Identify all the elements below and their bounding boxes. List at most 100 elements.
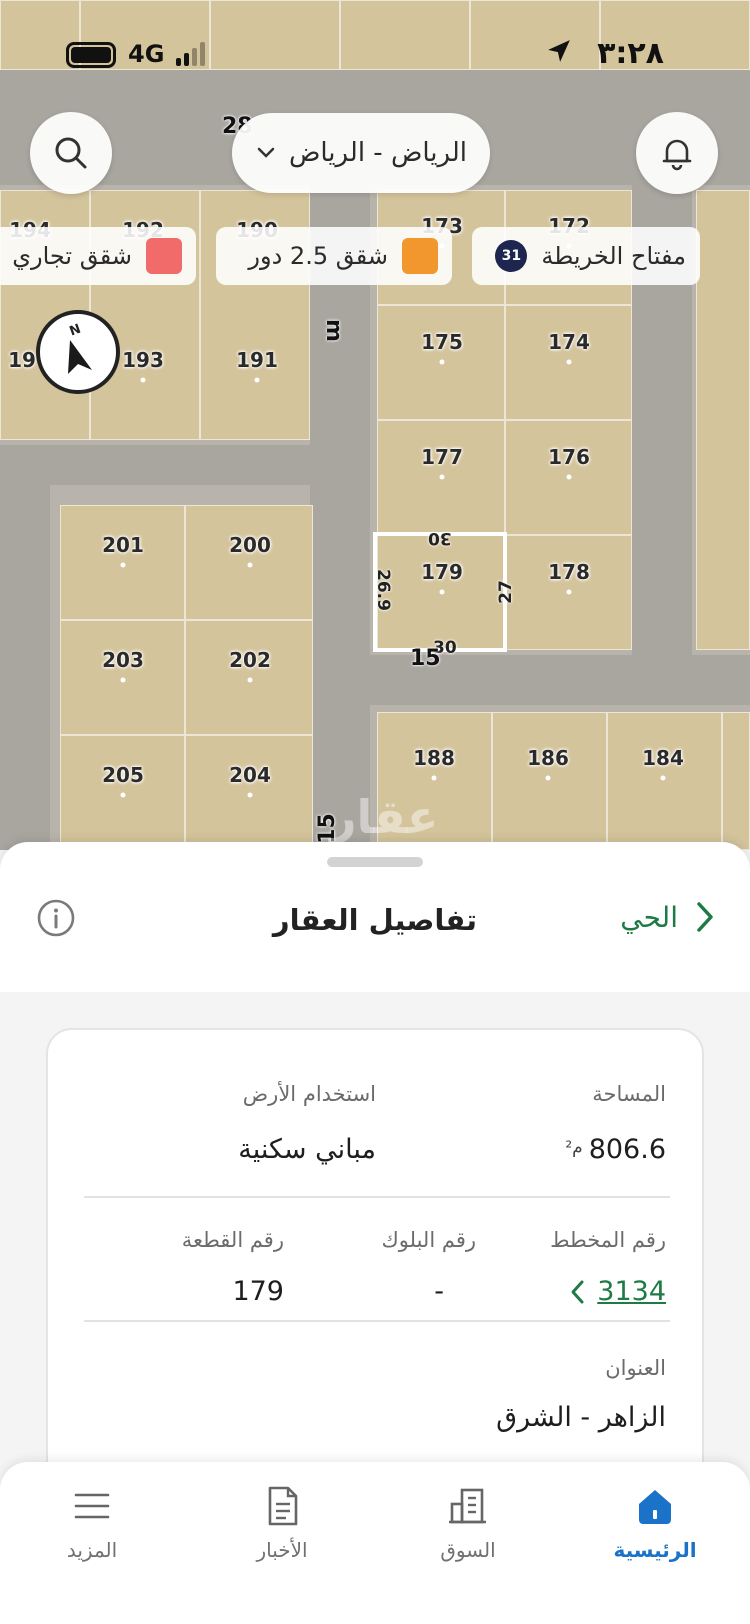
block-number-label: رقم البلوك <box>381 1228 476 1252</box>
plot-label: 184 <box>642 746 684 770</box>
plot-label: 200 <box>229 533 271 557</box>
street-label: 15 <box>410 646 441 671</box>
plot-label: 186 <box>527 746 569 770</box>
tab-label: السوق <box>440 1538 496 1562</box>
tab-market[interactable]: السوق <box>398 1484 538 1562</box>
battery-icon <box>66 42 116 68</box>
road <box>0 470 50 850</box>
block-number-value: - <box>434 1276 444 1307</box>
bell-icon <box>662 139 692 171</box>
plot-label: 178 <box>548 560 590 584</box>
area-value-group: م² 806.6 <box>565 1134 666 1165</box>
network-type: 4G <box>128 40 165 68</box>
legend-label: شقق تجاري <box>12 242 132 270</box>
status-time: ٣:٢٨ <box>597 36 664 71</box>
plot-label: 201 <box>102 533 144 557</box>
plot-label: 19 <box>8 348 36 372</box>
plot[interactable] <box>470 0 600 70</box>
plot-label: 174 <box>548 330 590 354</box>
location-arrow-icon <box>548 40 570 62</box>
plot-label: 205 <box>102 763 144 787</box>
legend-swatch-orange <box>402 238 438 274</box>
parcel-number-value: 179 <box>232 1276 284 1307</box>
plot[interactable] <box>492 712 607 850</box>
back-label: الحي <box>620 900 678 934</box>
tab-label: الرئيسية <box>613 1538 697 1562</box>
address-label: العنوان <box>605 1356 666 1380</box>
plot-label: 179 <box>421 560 463 584</box>
plot-label: 204 <box>229 763 271 787</box>
map-view[interactable]: 194 192 190 173 172 19 193 191 175 174 1… <box>0 0 750 850</box>
legend-label: شقق 2.5 دور <box>248 242 388 270</box>
menu-icon <box>74 1493 110 1519</box>
plot-marker <box>247 677 253 683</box>
land-use-label: استخدام الأرض <box>242 1082 376 1106</box>
plot-marker <box>247 562 253 568</box>
tab-news[interactable]: الأخبار <box>212 1484 352 1562</box>
chevron-left-icon <box>571 1280 584 1303</box>
area-value: 806.6 <box>588 1134 666 1165</box>
chevron-right-icon <box>697 902 713 932</box>
map-key-label: مفتاح الخريطة <box>541 242 686 270</box>
city-selector-label: الرياض - الرياض <box>288 138 468 168</box>
sheet-header: تفاصيل العقار الحي <box>0 872 750 968</box>
city-selector[interactable]: الرياض - الرياض <box>232 113 490 193</box>
street-label: m <box>320 319 346 342</box>
news-icon <box>268 1486 298 1526</box>
bottom-tab-bar: الرئيسية السوق الأخبار المزيد <box>0 1462 750 1624</box>
plot-label: 202 <box>229 648 271 672</box>
plot-label: 188 <box>413 746 455 770</box>
plot-label: 203 <box>102 648 144 672</box>
plot-marker <box>439 474 445 480</box>
plot[interactable] <box>607 712 722 850</box>
plot[interactable] <box>722 712 750 850</box>
plan-number-label: رقم المخطط <box>550 1228 666 1252</box>
plot-marker <box>439 589 445 595</box>
plot-label: 191 <box>236 348 278 372</box>
land-use-value: مباني سكنية <box>238 1134 376 1165</box>
plot-dimension: 30 <box>428 528 452 548</box>
search-icon <box>55 137 87 169</box>
plot[interactable] <box>340 0 470 70</box>
info-icon[interactable] <box>36 898 76 938</box>
search-button[interactable] <box>30 112 112 194</box>
plot-marker <box>247 792 253 798</box>
plot-label: 177 <box>421 445 463 469</box>
back-to-district-button[interactable]: الحي <box>620 900 716 934</box>
home-icon <box>639 1490 671 1524</box>
plan-number-value: 3134 <box>597 1276 666 1307</box>
plot-marker <box>140 377 146 383</box>
plot-marker <box>566 359 572 365</box>
area-unit: م² <box>565 1138 583 1158</box>
address-value: الزاهر - الشرق <box>496 1402 666 1433</box>
plot-marker <box>660 775 666 781</box>
legend-item-commercial[interactable]: شقق تجاري <box>0 227 196 285</box>
plan-number-link[interactable]: 3134 <box>569 1276 666 1307</box>
tab-label: الأخبار <box>256 1538 308 1562</box>
road <box>0 445 340 485</box>
compass-icon[interactable]: N <box>34 308 122 396</box>
area-label: المساحة <box>592 1082 666 1106</box>
plot-marker <box>120 677 126 683</box>
plot-marker <box>566 589 572 595</box>
tab-home[interactable]: الرئيسية <box>585 1484 725 1562</box>
buildings-icon <box>449 1488 486 1524</box>
legend-swatch-red <box>146 238 182 274</box>
plot-marker <box>431 775 437 781</box>
plot[interactable] <box>696 190 750 650</box>
legend-item-apartments-2-5[interactable]: شقق 2.5 دور <box>216 227 452 285</box>
map-key-count-badge: 31 <box>495 240 528 272</box>
plot-marker <box>545 775 551 781</box>
plot-dimension: 27 <box>495 580 516 604</box>
plot[interactable] <box>210 0 340 70</box>
tab-more[interactable]: المزيد <box>22 1484 162 1562</box>
plot-label: 193 <box>122 348 164 372</box>
map-key-button[interactable]: مفتاح الخريطة 31 <box>472 227 700 285</box>
sheet-grabber[interactable] <box>327 857 423 867</box>
signal-icon <box>176 42 205 66</box>
card-divider <box>84 1320 670 1322</box>
sheet-title: تفاصيل العقار <box>272 903 478 937</box>
plot-marker <box>120 792 126 798</box>
notifications-button[interactable] <box>636 112 718 194</box>
watermark: عقار <box>330 790 439 844</box>
